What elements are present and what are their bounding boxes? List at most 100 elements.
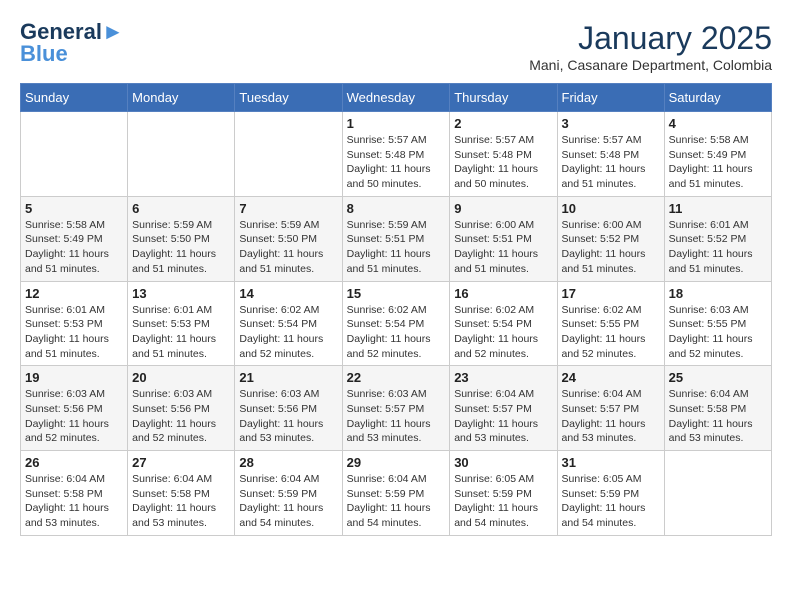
day-info: Sunrise: 6:01 AMSunset: 5:53 PMDaylight:… (132, 303, 230, 362)
week-row-4: 19Sunrise: 6:03 AMSunset: 5:56 PMDayligh… (21, 366, 772, 451)
day-info: Sunrise: 6:04 AMSunset: 5:57 PMDaylight:… (454, 387, 552, 446)
day-number: 1 (347, 116, 446, 131)
calendar-cell: 10Sunrise: 6:00 AMSunset: 5:52 PMDayligh… (557, 196, 664, 281)
day-info: Sunrise: 6:04 AMSunset: 5:59 PMDaylight:… (347, 472, 446, 531)
month-title: January 2025 (529, 20, 772, 57)
calendar-cell: 25 Sunrise: 6:04 AMSunset: 5:58 PMDayligh… (664, 366, 771, 451)
day-info: Sunrise: 5:58 AMSunset: 5:49 PMDaylight:… (25, 218, 123, 277)
day-number: 23 (454, 370, 552, 385)
day-number: 7 (239, 201, 337, 216)
calendar-cell: 19Sunrise: 6:03 AMSunset: 5:56 PMDayligh… (21, 366, 128, 451)
week-row-1: 1 Sunrise: 5:57 AMSunset: 5:48 PMDaylight… (21, 112, 772, 197)
calendar-cell: 13 Sunrise: 6:01 AMSunset: 5:53 PMDayligh… (128, 281, 235, 366)
day-info: Sunrise: 6:02 AMSunset: 5:54 PMDaylight:… (454, 303, 552, 362)
day-info: Sunrise: 6:03 AMSunset: 5:57 PMDaylight:… (347, 387, 446, 446)
day-number: 20 (132, 370, 230, 385)
day-number: 10 (562, 201, 660, 216)
calendar-cell (21, 112, 128, 197)
location-title: Mani, Casanare Department, Colombia (529, 57, 772, 73)
header-day-wednesday: Wednesday (342, 84, 450, 112)
day-number: 3 (562, 116, 660, 131)
day-number: 8 (347, 201, 446, 216)
day-info: Sunrise: 5:57 AMSunset: 5:48 PMDaylight:… (454, 133, 552, 192)
header-day-sunday: Sunday (21, 84, 128, 112)
calendar-cell: 9 Sunrise: 6:00 AMSunset: 5:51 PMDaylight… (450, 196, 557, 281)
calendar-cell: 16 Sunrise: 6:02 AMSunset: 5:54 PMDayligh… (450, 281, 557, 366)
calendar-cell: 6Sunrise: 5:59 AMSunset: 5:50 PMDaylight… (128, 196, 235, 281)
day-number: 25 (669, 370, 767, 385)
day-number: 12 (25, 286, 123, 301)
day-info: Sunrise: 6:02 AMSunset: 5:54 PMDaylight:… (347, 303, 446, 362)
day-info: Sunrise: 6:04 AMSunset: 5:59 PMDaylight:… (239, 472, 337, 531)
day-info: Sunrise: 6:03 AMSunset: 5:56 PMDaylight:… (239, 387, 337, 446)
day-info: Sunrise: 6:04 AMSunset: 5:58 PMDaylight:… (25, 472, 123, 531)
day-number: 17 (562, 286, 660, 301)
day-info: Sunrise: 6:02 AMSunset: 5:55 PMDaylight:… (562, 303, 660, 362)
logo: General► Blue (20, 20, 124, 66)
calendar-cell: 12 Sunrise: 6:01 AMSunset: 5:53 PMDayligh… (21, 281, 128, 366)
logo-blue-text: Blue (20, 42, 68, 66)
day-info: Sunrise: 6:00 AMSunset: 5:51 PMDaylight:… (454, 218, 552, 277)
day-number: 15 (347, 286, 446, 301)
calendar-cell (664, 451, 771, 536)
calendar-cell: 11Sunrise: 6:01 AMSunset: 5:52 PMDayligh… (664, 196, 771, 281)
day-number: 24 (562, 370, 660, 385)
day-number: 21 (239, 370, 337, 385)
day-info: Sunrise: 6:01 AMSunset: 5:53 PMDaylight:… (25, 303, 123, 362)
header-day-saturday: Saturday (664, 84, 771, 112)
calendar-cell: 14Sunrise: 6:02 AMSunset: 5:54 PMDayligh… (235, 281, 342, 366)
calendar-cell: 2 Sunrise: 5:57 AMSunset: 5:48 PMDaylight… (450, 112, 557, 197)
header-day-tuesday: Tuesday (235, 84, 342, 112)
day-info: Sunrise: 6:03 AMSunset: 5:56 PMDaylight:… (132, 387, 230, 446)
calendar-cell: 28 Sunrise: 6:04 AMSunset: 5:59 PMDayligh… (235, 451, 342, 536)
day-info: Sunrise: 5:57 AMSunset: 5:48 PMDaylight:… (347, 133, 446, 192)
page-header: General► Blue January 2025 Mani, Casanar… (20, 20, 772, 73)
day-number: 18 (669, 286, 767, 301)
header-row: SundayMondayTuesdayWednesdayThursdayFrid… (21, 84, 772, 112)
week-row-2: 5 Sunrise: 5:58 AMSunset: 5:49 PMDaylight… (21, 196, 772, 281)
calendar-cell: 1 Sunrise: 5:57 AMSunset: 5:48 PMDaylight… (342, 112, 450, 197)
day-number: 26 (25, 455, 123, 470)
calendar-cell: 27 Sunrise: 6:04 AMSunset: 5:58 PMDayligh… (128, 451, 235, 536)
calendar-cell: 23 Sunrise: 6:04 AMSunset: 5:57 PMDayligh… (450, 366, 557, 451)
day-info: Sunrise: 6:05 AMSunset: 5:59 PMDaylight:… (454, 472, 552, 531)
calendar-cell: 18 Sunrise: 6:03 AMSunset: 5:55 PMDayligh… (664, 281, 771, 366)
calendar-cell: 15 Sunrise: 6:02 AMSunset: 5:54 PMDayligh… (342, 281, 450, 366)
header-day-monday: Monday (128, 84, 235, 112)
day-info: Sunrise: 6:03 AMSunset: 5:55 PMDaylight:… (669, 303, 767, 362)
calendar-cell: 26 Sunrise: 6:04 AMSunset: 5:58 PMDayligh… (21, 451, 128, 536)
header-day-friday: Friday (557, 84, 664, 112)
day-info: Sunrise: 6:02 AMSunset: 5:54 PMDaylight:… (239, 303, 337, 362)
calendar-cell: 29 Sunrise: 6:04 AMSunset: 5:59 PMDayligh… (342, 451, 450, 536)
day-info: Sunrise: 6:04 AMSunset: 5:58 PMDaylight:… (669, 387, 767, 446)
calendar-cell: 5 Sunrise: 5:58 AMSunset: 5:49 PMDaylight… (21, 196, 128, 281)
calendar-cell: 31Sunrise: 6:05 AMSunset: 5:59 PMDayligh… (557, 451, 664, 536)
day-number: 11 (669, 201, 767, 216)
day-info: Sunrise: 6:03 AMSunset: 5:56 PMDaylight:… (25, 387, 123, 446)
day-number: 16 (454, 286, 552, 301)
day-number: 28 (239, 455, 337, 470)
day-number: 31 (562, 455, 660, 470)
day-number: 27 (132, 455, 230, 470)
title-block: January 2025 Mani, Casanare Department, … (529, 20, 772, 73)
calendar-cell: 24Sunrise: 6:04 AMSunset: 5:57 PMDayligh… (557, 366, 664, 451)
day-number: 29 (347, 455, 446, 470)
day-number: 13 (132, 286, 230, 301)
day-info: Sunrise: 5:59 AMSunset: 5:50 PMDaylight:… (239, 218, 337, 277)
day-number: 22 (347, 370, 446, 385)
day-number: 9 (454, 201, 552, 216)
week-row-3: 12 Sunrise: 6:01 AMSunset: 5:53 PMDayligh… (21, 281, 772, 366)
day-number: 2 (454, 116, 552, 131)
week-row-5: 26 Sunrise: 6:04 AMSunset: 5:58 PMDayligh… (21, 451, 772, 536)
day-number: 6 (132, 201, 230, 216)
calendar-cell: 7 Sunrise: 5:59 AMSunset: 5:50 PMDaylight… (235, 196, 342, 281)
calendar-cell: 20 Sunrise: 6:03 AMSunset: 5:56 PMDayligh… (128, 366, 235, 451)
calendar-cell: 21 Sunrise: 6:03 AMSunset: 5:56 PMDayligh… (235, 366, 342, 451)
calendar-cell: 4 Sunrise: 5:58 AMSunset: 5:49 PMDaylight… (664, 112, 771, 197)
day-number: 4 (669, 116, 767, 131)
calendar-cell: 3Sunrise: 5:57 AMSunset: 5:48 PMDaylight… (557, 112, 664, 197)
calendar-cell: 8Sunrise: 5:59 AMSunset: 5:51 PMDaylight… (342, 196, 450, 281)
day-info: Sunrise: 5:58 AMSunset: 5:49 PMDaylight:… (669, 133, 767, 192)
day-number: 5 (25, 201, 123, 216)
day-info: Sunrise: 6:04 AMSunset: 5:58 PMDaylight:… (132, 472, 230, 531)
